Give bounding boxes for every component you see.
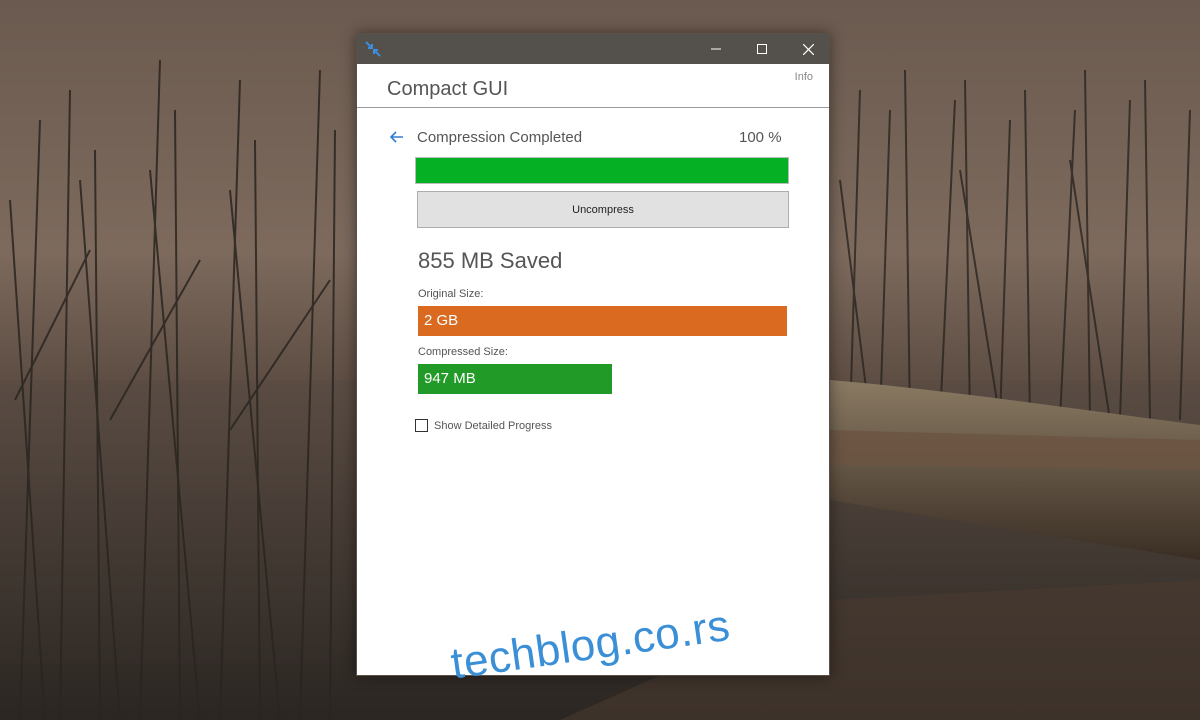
maximize-icon — [757, 44, 767, 54]
show-detailed-progress-option[interactable]: Show Detailed Progress — [415, 419, 552, 432]
progress-percent: 100 % — [739, 129, 782, 146]
progress-bar — [415, 157, 789, 184]
info-link[interactable]: Info — [795, 71, 813, 83]
original-size-bar: 2 GB — [418, 306, 787, 336]
minimize-button[interactable] — [693, 34, 739, 64]
compressed-size-label: Compressed Size: — [418, 346, 508, 358]
saved-summary: 855 MB Saved — [418, 248, 563, 273]
compressed-size-value: 947 MB — [424, 370, 476, 387]
close-icon — [802, 43, 814, 55]
progress-fill — [416, 158, 788, 183]
close-button[interactable] — [785, 34, 831, 64]
maximize-button[interactable] — [739, 34, 785, 64]
app-title: Compact GUI — [387, 78, 509, 100]
uncompress-button[interactable]: Uncompress — [417, 191, 789, 228]
compress-arrows-icon — [365, 41, 381, 57]
minimize-icon — [711, 48, 721, 50]
status-text: Compression Completed — [417, 129, 583, 146]
title-bar[interactable] — [357, 34, 829, 64]
original-size-value: 2 GB — [424, 312, 459, 329]
compact-gui-window: Compact GUI Info Compression Completed 1… — [356, 33, 830, 676]
app-header: Compact GUI Info — [357, 64, 829, 108]
back-arrow-icon[interactable] — [389, 129, 405, 145]
show-detailed-progress-checkbox[interactable] — [415, 419, 428, 432]
compressed-size-bar: 947 MB — [418, 364, 612, 394]
show-detailed-progress-label: Show Detailed Progress — [434, 419, 553, 432]
original-size-label: Original Size: — [418, 288, 484, 300]
